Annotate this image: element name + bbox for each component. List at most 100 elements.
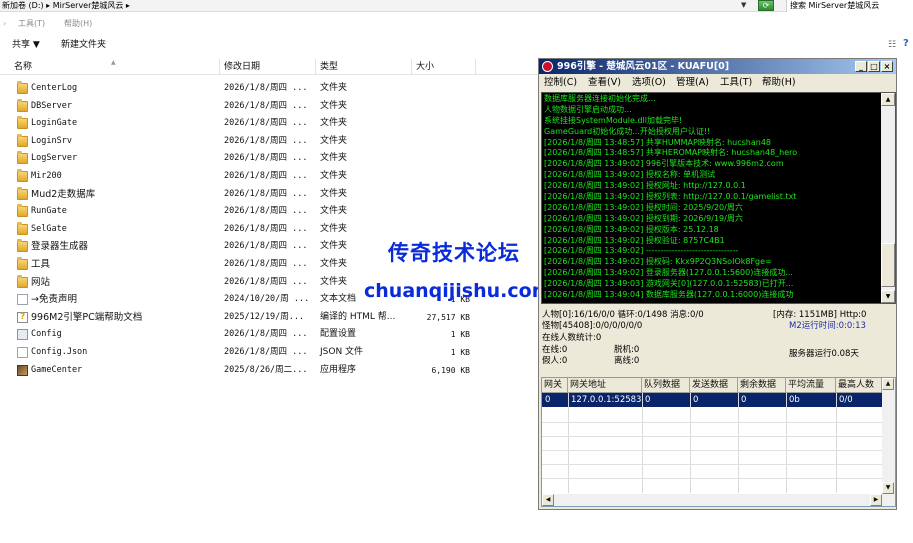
stat-m2-runtime: M2运行时间:0:0:13: [789, 321, 866, 331]
log-line: [2026/1/8/周四 13:49:02] 授权验证: 8757C4B1: [544, 235, 725, 245]
file-row[interactable]: 996M2引擎PC端帮助文档 2025/12/19/周... 编译的 HTML 帮.…: [0, 309, 540, 327]
menu-help[interactable]: 帮助(H): [64, 16, 92, 32]
file-row[interactable]: RunGate 2026/1/8/周四 ... 文件夹: [0, 203, 540, 221]
gateway-col-queue[interactable]: 队列数据: [642, 378, 690, 393]
file-name: 登录器生成器: [31, 241, 89, 253]
file-row[interactable]: LogServer 2026/1/8/周四 ... 文件夹: [0, 150, 540, 168]
log-line: [2026/1/8/周四 13:49:02] 授权时间: 2025/9/20/周…: [544, 202, 743, 212]
chevron-right-icon: ›: [3, 19, 7, 28]
folder-icon: [17, 168, 28, 182]
file-date: 2024/10/20/周 ...: [224, 294, 310, 305]
file-row[interactable]: Config 2026/1/8/周四 ... 配置设置 1 KB: [0, 326, 540, 344]
folder-icon: [17, 151, 28, 165]
column-date[interactable]: 修改日期: [220, 59, 316, 75]
gateway-cell-id: 0: [545, 395, 551, 405]
log-line: [2026/1/8/周四 13:49:02] -----------------…: [544, 246, 739, 256]
stat-memory: [内存: 1151MB] Http:0: [773, 310, 867, 320]
log-line: [2026/1/8/周四 13:49:02] 授权版本: 25.12.18: [544, 224, 719, 234]
file-date: 2026/1/8/周四 ...: [224, 241, 308, 252]
view-options-icon[interactable]: ☷: [888, 40, 896, 50]
file-row[interactable]: CenterLog 2026/1/8/周四 ... 文件夹: [0, 80, 540, 98]
file-name: →免责声明: [31, 294, 77, 306]
gateway-table[interactable]: 网关 网关地址 队列数据 发送数据 剩余数据 平均流量 最高人数 0 127.0…: [541, 377, 896, 507]
engine-menu-manage[interactable]: 管理(A): [676, 75, 709, 91]
grid-line: [542, 464, 882, 465]
file-date: 2026/1/8/周四 ...: [224, 258, 308, 269]
gateway-col-max-people[interactable]: 最高人数: [836, 378, 882, 393]
file-type: 文件夹: [320, 241, 348, 252]
console-scrollbar[interactable]: ▲ ▼: [881, 93, 895, 303]
engine-menu-control[interactable]: 控制(C): [544, 75, 577, 91]
table-vertical-scrollbar[interactable]: ▲ ▼: [882, 378, 895, 494]
gateway-col-sent[interactable]: 发送数据: [690, 378, 738, 393]
gateway-col-remaining[interactable]: 剩余数据: [738, 378, 786, 393]
engine-menu-options[interactable]: 选项(O): [632, 75, 666, 91]
log-line: 系统挂接SystemModule.dll加载完毕!: [544, 115, 683, 125]
log-line: [2026/1/8/周四 13:49:03] 游戏网关[0](127.0.0.1…: [544, 279, 794, 289]
menu-tools[interactable]: 工具(T): [18, 16, 45, 32]
maximize-button[interactable]: □: [868, 61, 880, 72]
file-row[interactable]: Mir200 2026/1/8/周四 ... 文件夹: [0, 168, 540, 186]
share-button[interactable]: 共享 ▼: [12, 35, 40, 55]
file-row[interactable]: GameCenter 2025/8/26/周二... 应用程序 6,190 KB: [0, 362, 540, 380]
new-folder-button[interactable]: 新建文件夹: [61, 35, 106, 55]
folder-icon: [17, 116, 28, 130]
file-date: 2026/1/8/周四 ...: [224, 346, 308, 357]
engine-menu-help[interactable]: 帮助(H): [762, 75, 796, 91]
html-help-icon: [17, 311, 28, 323]
help-button[interactable]: ?: [903, 38, 913, 50]
gateway-col-address[interactable]: 网关地址: [568, 378, 642, 393]
folder-icon: [17, 81, 28, 94]
minimize-button[interactable]: _: [855, 61, 867, 72]
scroll-up-icon[interactable]: ▲: [882, 378, 894, 390]
file-type: 文件夹: [320, 83, 348, 93]
engine-titlebar[interactable]: 996引擎 - 楚城风云01区 - KUAFU[0] _ □ ×: [539, 59, 896, 74]
file-date: 2026/1/8/周四 ...: [224, 100, 308, 111]
scroll-left-icon[interactable]: ◀: [542, 494, 554, 506]
refresh-button[interactable]: ⟳: [758, 0, 774, 11]
column-name[interactable]: 名称: [10, 59, 220, 75]
file-row[interactable]: Config.Json 2026/1/8/周四 ... JSON 文件 1 KB: [0, 344, 540, 362]
file-type: JSON 文件: [320, 346, 364, 357]
scroll-down-icon[interactable]: ▼: [882, 482, 894, 494]
file-row[interactable]: Mud2走数据库 2026/1/8/周四 ... 文件夹: [0, 186, 540, 204]
watermark-url: chuanqijishu.com: [364, 280, 552, 302]
engine-log-console[interactable]: 数据库服务器连接初始化完成... 人物数据引擎启动成功... 系统挂接SystemM…: [541, 92, 896, 304]
command-bar: 共享 ▼ 新建文件夹 ☷ ?: [0, 35, 913, 55]
gateway-col-id[interactable]: 网关: [542, 378, 568, 393]
gateway-col-avg-traffic[interactable]: 平均流量: [786, 378, 836, 393]
scroll-thumb[interactable]: [881, 243, 895, 287]
file-type: 文件夹: [320, 258, 348, 269]
file-row[interactable]: DBServer 2026/1/8/周四 ... 文件夹: [0, 98, 540, 116]
address-path[interactable]: 新加卷 (D:) ▸ MirServer楚城风云 ▸: [2, 0, 242, 12]
gateway-cell-queue: 0: [645, 395, 651, 405]
address-bar: 新加卷 (D:) ▸ MirServer楚城风云 ▸ ▼ ⟳ 搜索 MirSer…: [0, 0, 913, 12]
close-button[interactable]: ×: [881, 61, 893, 72]
address-dropdown-icon[interactable]: ▼: [741, 0, 746, 12]
folder-icon: [17, 186, 28, 200]
search-input[interactable]: 搜索 MirServer楚城风云: [786, 0, 913, 12]
scroll-right-icon[interactable]: ▶: [870, 494, 882, 506]
file-row[interactable]: SelGate 2026/1/8/周四 ... 文件夹: [0, 221, 540, 239]
file-size: 27,517 KB: [426, 312, 470, 322]
file-row[interactable]: LoginGate 2026/1/8/周四 ... 文件夹: [0, 115, 540, 133]
file-name: Config.Json: [31, 346, 88, 357]
file-type: 文件夹: [320, 100, 348, 111]
log-line: [2026/1/8/周四 13:49:02] 登录服务器(127.0.0.1:5…: [544, 268, 793, 278]
file-name: 996M2引擎PC端帮助文档: [31, 311, 143, 323]
scroll-up-icon[interactable]: ▲: [881, 93, 895, 106]
menu-bar: › 工具(T) 帮助(H): [0, 16, 913, 32]
engine-menu-view[interactable]: 查看(V): [588, 75, 621, 91]
log-line: [2026/1/8/周四 13:49:02] 授权码: Kkx9P2Q3NSoI…: [544, 257, 772, 267]
table-horizontal-scrollbar[interactable]: ◀ ▶: [542, 494, 895, 506]
stat-people: 人物[0]:16/16/0/0 循环:0/1498 消息:0/0: [542, 310, 704, 320]
file-row[interactable]: LoginSrv 2026/1/8/周四 ... 文件夹: [0, 133, 540, 151]
file-date: 2026/1/8/周四 ...: [224, 276, 308, 287]
column-type[interactable]: 类型: [316, 59, 412, 75]
scroll-down-icon[interactable]: ▼: [881, 290, 895, 303]
file-type: 配置设置: [320, 329, 357, 340]
engine-menu-tools[interactable]: 工具(T): [720, 75, 752, 91]
file-type: 文件夹: [320, 153, 348, 164]
engine-window: 996引擎 - 楚城风云01区 - KUAFU[0] _ □ × 控制(C) 查…: [538, 58, 897, 510]
column-size[interactable]: 大小: [412, 59, 476, 75]
